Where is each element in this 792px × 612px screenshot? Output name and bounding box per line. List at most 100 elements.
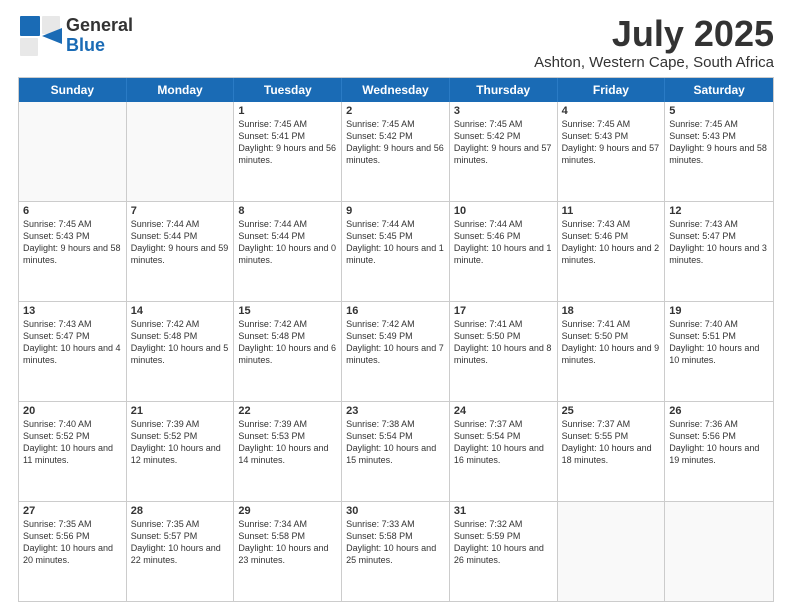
calendar-cell: 17Sunrise: 7:41 AM Sunset: 5:50 PM Dayli… <box>450 302 558 401</box>
day-number: 8 <box>238 205 337 217</box>
calendar-cell: 5Sunrise: 7:45 AM Sunset: 5:43 PM Daylig… <box>665 102 773 201</box>
day-info: Sunrise: 7:45 AM Sunset: 5:43 PM Dayligh… <box>562 118 661 167</box>
day-number: 22 <box>238 405 337 417</box>
day-number: 14 <box>131 305 230 317</box>
day-info: Sunrise: 7:35 AM Sunset: 5:56 PM Dayligh… <box>23 518 122 567</box>
day-info: Sunrise: 7:40 AM Sunset: 5:51 PM Dayligh… <box>669 318 769 367</box>
day-info: Sunrise: 7:38 AM Sunset: 5:54 PM Dayligh… <box>346 418 445 467</box>
calendar-cell: 16Sunrise: 7:42 AM Sunset: 5:49 PM Dayli… <box>342 302 450 401</box>
calendar-cell: 24Sunrise: 7:37 AM Sunset: 5:54 PM Dayli… <box>450 402 558 501</box>
day-info: Sunrise: 7:42 AM Sunset: 5:49 PM Dayligh… <box>346 318 445 367</box>
calendar-cell: 7Sunrise: 7:44 AM Sunset: 5:44 PM Daylig… <box>127 202 235 301</box>
day-info: Sunrise: 7:45 AM Sunset: 5:42 PM Dayligh… <box>454 118 553 167</box>
calendar-row: 6Sunrise: 7:45 AM Sunset: 5:43 PM Daylig… <box>19 202 773 302</box>
calendar-cell: 28Sunrise: 7:35 AM Sunset: 5:57 PM Dayli… <box>127 502 235 601</box>
calendar-cell: 6Sunrise: 7:45 AM Sunset: 5:43 PM Daylig… <box>19 202 127 301</box>
calendar-cell: 22Sunrise: 7:39 AM Sunset: 5:53 PM Dayli… <box>234 402 342 501</box>
day-info: Sunrise: 7:41 AM Sunset: 5:50 PM Dayligh… <box>562 318 661 367</box>
calendar-cell: 31Sunrise: 7:32 AM Sunset: 5:59 PM Dayli… <box>450 502 558 601</box>
calendar-cell: 4Sunrise: 7:45 AM Sunset: 5:43 PM Daylig… <box>558 102 666 201</box>
calendar-cell: 30Sunrise: 7:33 AM Sunset: 5:58 PM Dayli… <box>342 502 450 601</box>
day-info: Sunrise: 7:43 AM Sunset: 5:46 PM Dayligh… <box>562 218 661 267</box>
page-title: July 2025 <box>534 14 774 54</box>
day-number: 21 <box>131 405 230 417</box>
calendar-cell: 15Sunrise: 7:42 AM Sunset: 5:48 PM Dayli… <box>234 302 342 401</box>
calendar-cell: 27Sunrise: 7:35 AM Sunset: 5:56 PM Dayli… <box>19 502 127 601</box>
day-info: Sunrise: 7:42 AM Sunset: 5:48 PM Dayligh… <box>238 318 337 367</box>
day-info: Sunrise: 7:32 AM Sunset: 5:59 PM Dayligh… <box>454 518 553 567</box>
calendar-cell: 20Sunrise: 7:40 AM Sunset: 5:52 PM Dayli… <box>19 402 127 501</box>
header: General Blue July 2025 Ashton, Western C… <box>18 14 774 71</box>
calendar-row: 1Sunrise: 7:45 AM Sunset: 5:41 PM Daylig… <box>19 102 773 202</box>
calendar-cell: 8Sunrise: 7:44 AM Sunset: 5:44 PM Daylig… <box>234 202 342 301</box>
day-info: Sunrise: 7:35 AM Sunset: 5:57 PM Dayligh… <box>131 518 230 567</box>
day-info: Sunrise: 7:41 AM Sunset: 5:50 PM Dayligh… <box>454 318 553 367</box>
calendar-cell: 2Sunrise: 7:45 AM Sunset: 5:42 PM Daylig… <box>342 102 450 201</box>
day-info: Sunrise: 7:43 AM Sunset: 5:47 PM Dayligh… <box>669 218 769 267</box>
header-thursday: Thursday <box>450 78 558 102</box>
day-info: Sunrise: 7:37 AM Sunset: 5:54 PM Dayligh… <box>454 418 553 467</box>
day-info: Sunrise: 7:45 AM Sunset: 5:41 PM Dayligh… <box>238 118 337 167</box>
calendar-cell <box>19 102 127 201</box>
header-saturday: Saturday <box>665 78 773 102</box>
calendar-body: 1Sunrise: 7:45 AM Sunset: 5:41 PM Daylig… <box>19 102 773 601</box>
day-number: 11 <box>562 205 661 217</box>
day-info: Sunrise: 7:37 AM Sunset: 5:55 PM Dayligh… <box>562 418 661 467</box>
page: General Blue July 2025 Ashton, Western C… <box>0 0 792 612</box>
calendar-row: 27Sunrise: 7:35 AM Sunset: 5:56 PM Dayli… <box>19 502 773 601</box>
day-info: Sunrise: 7:44 AM Sunset: 5:46 PM Dayligh… <box>454 218 553 267</box>
day-number: 13 <box>23 305 122 317</box>
calendar-cell: 14Sunrise: 7:42 AM Sunset: 5:48 PM Dayli… <box>127 302 235 401</box>
logo: General Blue <box>18 14 133 58</box>
day-info: Sunrise: 7:44 AM Sunset: 5:45 PM Dayligh… <box>346 218 445 267</box>
day-number: 16 <box>346 305 445 317</box>
calendar-row: 13Sunrise: 7:43 AM Sunset: 5:47 PM Dayli… <box>19 302 773 402</box>
day-number: 20 <box>23 405 122 417</box>
day-number: 27 <box>23 505 122 517</box>
calendar-row: 20Sunrise: 7:40 AM Sunset: 5:52 PM Dayli… <box>19 402 773 502</box>
day-number: 9 <box>346 205 445 217</box>
calendar-cell: 25Sunrise: 7:37 AM Sunset: 5:55 PM Dayli… <box>558 402 666 501</box>
day-number: 4 <box>562 105 661 117</box>
calendar-cell: 26Sunrise: 7:36 AM Sunset: 5:56 PM Dayli… <box>665 402 773 501</box>
day-number: 23 <box>346 405 445 417</box>
day-number: 12 <box>669 205 769 217</box>
day-number: 31 <box>454 505 553 517</box>
day-number: 2 <box>346 105 445 117</box>
day-info: Sunrise: 7:42 AM Sunset: 5:48 PM Dayligh… <box>131 318 230 367</box>
day-info: Sunrise: 7:45 AM Sunset: 5:42 PM Dayligh… <box>346 118 445 167</box>
day-info: Sunrise: 7:44 AM Sunset: 5:44 PM Dayligh… <box>238 218 337 267</box>
title-block: July 2025 Ashton, Western Cape, South Af… <box>534 14 774 71</box>
day-number: 5 <box>669 105 769 117</box>
calendar-cell <box>127 102 235 201</box>
day-number: 3 <box>454 105 553 117</box>
header-monday: Monday <box>127 78 235 102</box>
day-info: Sunrise: 7:43 AM Sunset: 5:47 PM Dayligh… <box>23 318 122 367</box>
day-info: Sunrise: 7:45 AM Sunset: 5:43 PM Dayligh… <box>669 118 769 167</box>
logo-icon <box>18 14 62 58</box>
day-info: Sunrise: 7:45 AM Sunset: 5:43 PM Dayligh… <box>23 218 122 267</box>
day-number: 30 <box>346 505 445 517</box>
day-number: 1 <box>238 105 337 117</box>
logo-general: General <box>66 16 133 36</box>
calendar-cell: 29Sunrise: 7:34 AM Sunset: 5:58 PM Dayli… <box>234 502 342 601</box>
calendar-cell: 12Sunrise: 7:43 AM Sunset: 5:47 PM Dayli… <box>665 202 773 301</box>
calendar-cell <box>558 502 666 601</box>
header-wednesday: Wednesday <box>342 78 450 102</box>
day-number: 24 <box>454 405 553 417</box>
day-number: 18 <box>562 305 661 317</box>
day-number: 26 <box>669 405 769 417</box>
calendar-cell: 10Sunrise: 7:44 AM Sunset: 5:46 PM Dayli… <box>450 202 558 301</box>
calendar-cell: 3Sunrise: 7:45 AM Sunset: 5:42 PM Daylig… <box>450 102 558 201</box>
calendar-cell: 9Sunrise: 7:44 AM Sunset: 5:45 PM Daylig… <box>342 202 450 301</box>
day-info: Sunrise: 7:40 AM Sunset: 5:52 PM Dayligh… <box>23 418 122 467</box>
calendar-cell: 13Sunrise: 7:43 AM Sunset: 5:47 PM Dayli… <box>19 302 127 401</box>
day-info: Sunrise: 7:33 AM Sunset: 5:58 PM Dayligh… <box>346 518 445 567</box>
calendar-cell: 23Sunrise: 7:38 AM Sunset: 5:54 PM Dayli… <box>342 402 450 501</box>
page-subtitle: Ashton, Western Cape, South Africa <box>534 54 774 71</box>
day-info: Sunrise: 7:44 AM Sunset: 5:44 PM Dayligh… <box>131 218 230 267</box>
day-info: Sunrise: 7:34 AM Sunset: 5:58 PM Dayligh… <box>238 518 337 567</box>
header-friday: Friday <box>558 78 666 102</box>
calendar-cell <box>665 502 773 601</box>
day-number: 10 <box>454 205 553 217</box>
